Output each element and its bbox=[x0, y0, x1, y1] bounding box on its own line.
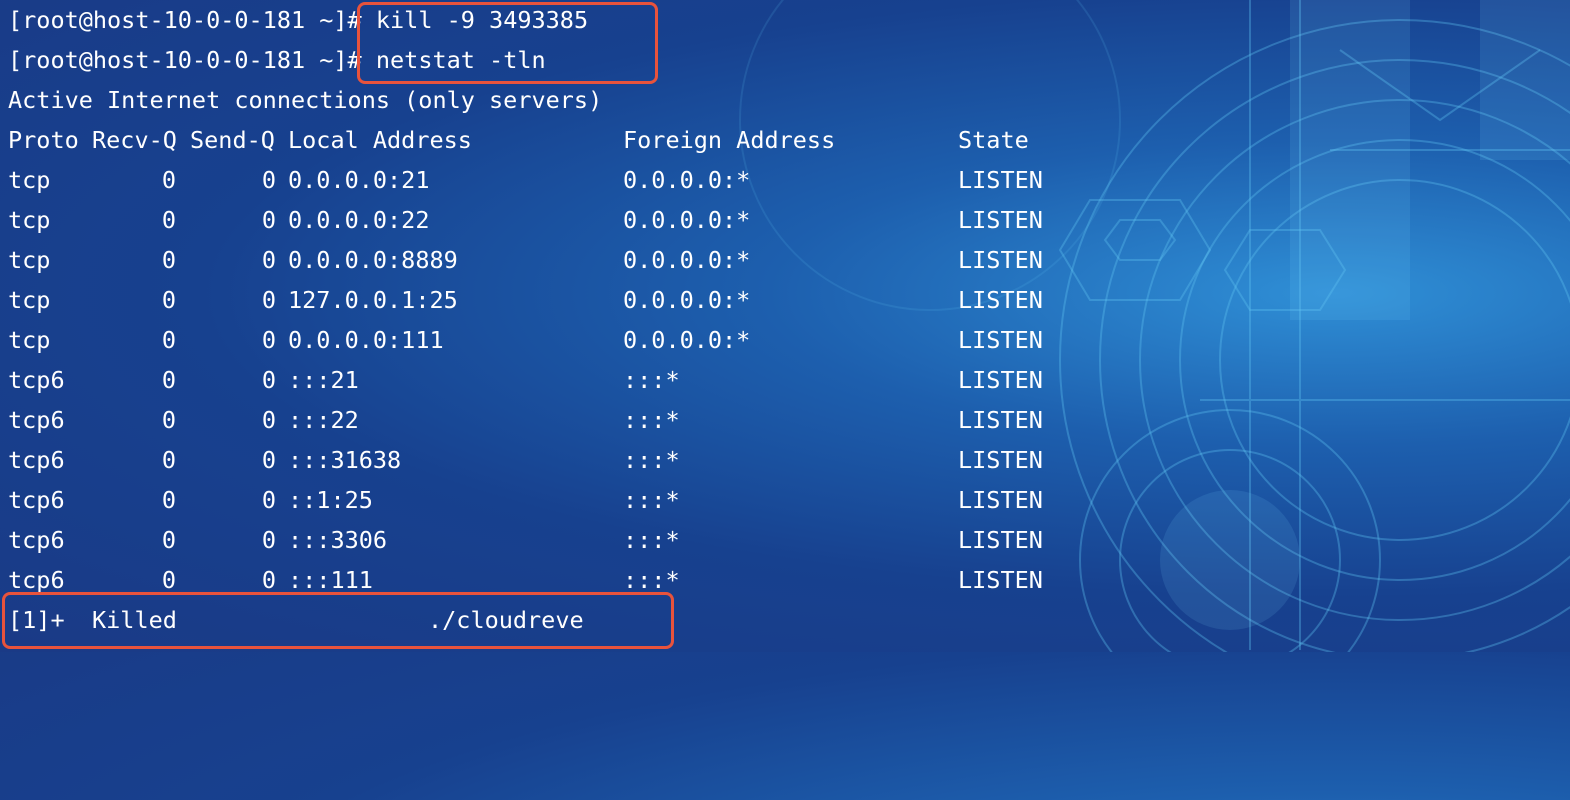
cell-state: LISTEN bbox=[958, 526, 1043, 554]
cell-send-q: 0 bbox=[261, 166, 276, 194]
cell-local-address: :::3306 bbox=[288, 526, 388, 554]
cell-state: LISTEN bbox=[958, 366, 1043, 394]
cell-send-q: 0 bbox=[261, 406, 276, 434]
killed-highlight-box bbox=[2, 592, 674, 649]
cell-recv-q: 0 bbox=[161, 406, 176, 434]
cell-proto: tcp bbox=[8, 326, 51, 354]
header-foreign-address: Foreign Address bbox=[623, 126, 836, 154]
cell-state: LISTEN bbox=[958, 286, 1043, 314]
cell-state: LISTEN bbox=[958, 446, 1043, 474]
cell-send-q: 0 bbox=[261, 326, 276, 354]
cell-recv-q: 0 bbox=[161, 166, 176, 194]
cell-foreign-address: 0.0.0.0:* bbox=[623, 246, 751, 274]
cell-proto: tcp bbox=[8, 206, 51, 234]
shell-prompt: [root@host-10-0-0-181 ~]# bbox=[8, 6, 362, 34]
cell-recv-q: 0 bbox=[161, 446, 176, 474]
table-row: tcp6 0 0::1:25:::* LISTEN bbox=[8, 480, 1108, 520]
table-row: tcp 0 0 0.0.0.0:8889 0.0.0.0:* LISTEN bbox=[8, 240, 1108, 280]
table-header: Proto Recv-Q Send-Q Local Address Foreig… bbox=[8, 120, 1108, 160]
cell-send-q: 0 bbox=[261, 366, 276, 394]
table-row: tcp6 0 0:::31638:::* LISTEN bbox=[8, 440, 1108, 480]
cell-recv-q: 0 bbox=[161, 486, 176, 514]
shell-prompt: [root@host-10-0-0-181 ~]# bbox=[8, 46, 362, 74]
cell-local-address: 127.0.0.1:25 bbox=[288, 286, 458, 314]
output-title: Active Internet connections (only server… bbox=[8, 86, 603, 114]
table-row: tcp6 0 0:::22:::* LISTEN bbox=[8, 400, 1108, 440]
cell-recv-q: 0 bbox=[161, 206, 176, 234]
table-row: tcp6 0 0:::3306:::* LISTEN bbox=[8, 520, 1108, 560]
cell-local-address: :::31638 bbox=[288, 446, 402, 474]
cell-state: LISTEN bbox=[958, 246, 1043, 274]
cell-local-address: :::22 bbox=[288, 406, 359, 434]
cell-state: LISTEN bbox=[958, 566, 1043, 594]
cell-proto: tcp6 bbox=[8, 526, 65, 554]
cell-foreign-address: 0.0.0.0:* bbox=[623, 286, 751, 314]
cell-foreign-address: :::* bbox=[623, 526, 680, 554]
cell-proto: tcp bbox=[8, 286, 51, 314]
cell-foreign-address: :::* bbox=[623, 486, 680, 514]
cell-local-address: :::21 bbox=[288, 366, 359, 394]
cell-state: LISTEN bbox=[958, 326, 1043, 354]
table-row: tcp 0 0 0.0.0.0:22 0.0.0.0:* LISTEN bbox=[8, 200, 1108, 240]
cell-proto: tcp6 bbox=[8, 366, 65, 394]
cell-send-q: 0 bbox=[261, 286, 276, 314]
header-local-address: Local Address bbox=[288, 126, 472, 154]
cell-recv-q: 0 bbox=[161, 326, 176, 354]
cell-local-address: 0.0.0.0:8889 bbox=[288, 246, 458, 274]
cell-proto: tcp bbox=[8, 246, 51, 274]
cell-foreign-address: :::* bbox=[623, 366, 680, 394]
cell-send-q: 0 bbox=[261, 486, 276, 514]
cell-local-address: 0.0.0.0:111 bbox=[288, 326, 444, 354]
cell-proto: tcp6 bbox=[8, 406, 65, 434]
cell-state: LISTEN bbox=[958, 166, 1043, 194]
cell-send-q: 0 bbox=[261, 206, 276, 234]
cell-state: LISTEN bbox=[958, 406, 1043, 434]
cell-proto: tcp bbox=[8, 166, 51, 194]
table-row: tcp 0 0 0.0.0.0:21 0.0.0.0:* LISTEN bbox=[8, 160, 1108, 200]
header-send-q: Send-Q bbox=[190, 126, 275, 154]
commands-highlight-box bbox=[357, 2, 658, 84]
header-proto: Proto bbox=[8, 126, 79, 154]
cell-send-q: 0 bbox=[261, 246, 276, 274]
cell-state: LISTEN bbox=[958, 486, 1043, 514]
cell-foreign-address: 0.0.0.0:* bbox=[623, 206, 751, 234]
cell-local-address: 0.0.0.0:21 bbox=[288, 166, 430, 194]
cell-foreign-address: 0.0.0.0:* bbox=[623, 326, 751, 354]
cell-local-address: 0.0.0.0:22 bbox=[288, 206, 430, 234]
cell-send-q: 0 bbox=[261, 526, 276, 554]
table-row: tcp 0 0 127.0.0.1:25 0.0.0.0:* LISTEN bbox=[8, 280, 1108, 320]
table-row: tcp 0 0 0.0.0.0:111 0.0.0.0:* LISTEN bbox=[8, 320, 1108, 360]
cell-recv-q: 0 bbox=[161, 366, 176, 394]
cell-recv-q: 0 bbox=[161, 246, 176, 274]
cell-send-q: 0 bbox=[261, 446, 276, 474]
cell-foreign-address: 0.0.0.0:* bbox=[623, 166, 751, 194]
cell-proto: tcp6 bbox=[8, 486, 65, 514]
header-state: State bbox=[958, 126, 1029, 154]
cell-foreign-address: :::* bbox=[623, 406, 680, 434]
terminal-output: [root@host-10-0-0-181 ~]# kill -9 349338… bbox=[8, 0, 1108, 640]
header-recv-q: Recv-Q bbox=[92, 126, 177, 154]
cell-state: LISTEN bbox=[958, 206, 1043, 234]
cell-proto: tcp6 bbox=[8, 446, 65, 474]
cell-foreign-address: :::* bbox=[623, 446, 680, 474]
cell-recv-q: 0 bbox=[161, 286, 176, 314]
cell-recv-q: 0 bbox=[161, 526, 176, 554]
table-row: tcp6 0 0:::21:::* LISTEN bbox=[8, 360, 1108, 400]
cell-local-address: ::1:25 bbox=[288, 486, 373, 514]
